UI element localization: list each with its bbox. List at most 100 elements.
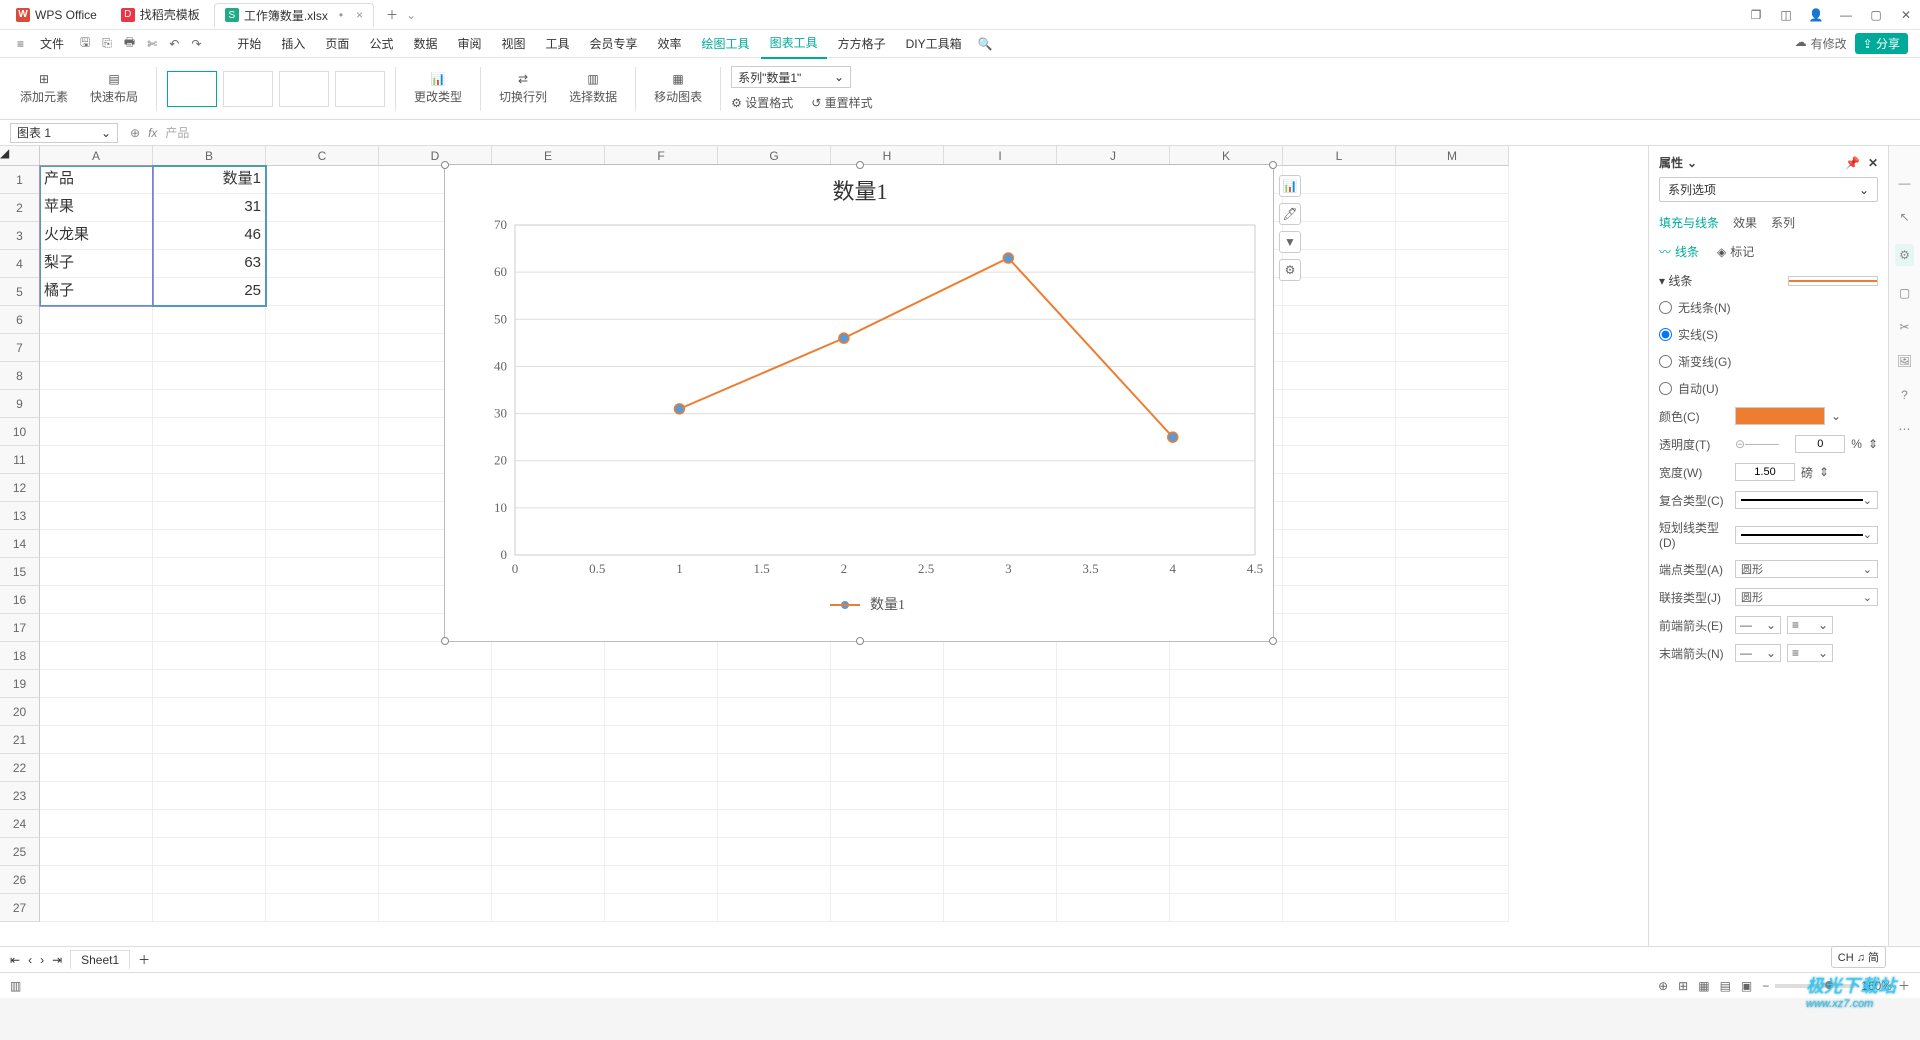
col-header[interactable]: A bbox=[40, 146, 153, 166]
quick-layout-button[interactable]: ▤快速布局 bbox=[82, 72, 146, 105]
cell[interactable] bbox=[1283, 446, 1396, 474]
cell[interactable] bbox=[1396, 894, 1509, 922]
cell[interactable]: 苹果 bbox=[40, 194, 153, 222]
first-sheet-icon[interactable]: ⇤ bbox=[10, 953, 20, 967]
begin-arrow-dropdown[interactable]: —⌄ bbox=[1735, 616, 1781, 634]
cell[interactable] bbox=[266, 614, 379, 642]
menu-square[interactable]: 方方格子 bbox=[829, 30, 895, 58]
cell[interactable] bbox=[40, 642, 153, 670]
chevron-down-icon[interactable]: ⌄ bbox=[1831, 409, 1841, 423]
resize-handle[interactable] bbox=[1269, 637, 1277, 645]
cell[interactable] bbox=[266, 362, 379, 390]
cut-icon[interactable]: ✄ bbox=[142, 37, 162, 51]
col-header[interactable]: H bbox=[831, 146, 944, 166]
cell[interactable] bbox=[718, 726, 831, 754]
cell[interactable] bbox=[40, 474, 153, 502]
row-header[interactable]: 20 bbox=[0, 698, 40, 726]
row-header[interactable]: 10 bbox=[0, 418, 40, 446]
cell[interactable] bbox=[605, 670, 718, 698]
cell[interactable] bbox=[1283, 474, 1396, 502]
pin-icon[interactable]: 📌 bbox=[1845, 156, 1860, 170]
cell[interactable] bbox=[266, 782, 379, 810]
cell[interactable] bbox=[605, 866, 718, 894]
add-sheet-button[interactable]: ＋ bbox=[138, 951, 150, 968]
cell[interactable] bbox=[1170, 782, 1283, 810]
cell[interactable] bbox=[492, 726, 605, 754]
cell[interactable] bbox=[1396, 754, 1509, 782]
cell[interactable] bbox=[1283, 418, 1396, 446]
radio-grad[interactable] bbox=[1659, 355, 1672, 368]
redo-icon[interactable]: ↷ bbox=[186, 37, 206, 51]
cell[interactable] bbox=[831, 642, 944, 670]
cell[interactable] bbox=[266, 446, 379, 474]
cell[interactable] bbox=[40, 698, 153, 726]
print-preview-icon[interactable]: ⎘ bbox=[97, 36, 117, 51]
prev-sheet-icon[interactable]: ‹ bbox=[28, 953, 32, 967]
cell[interactable] bbox=[153, 418, 266, 446]
cell[interactable] bbox=[153, 698, 266, 726]
collapse-icon[interactable]: — bbox=[1899, 176, 1911, 190]
cell[interactable] bbox=[153, 810, 266, 838]
cell[interactable] bbox=[1057, 782, 1170, 810]
cell[interactable] bbox=[605, 754, 718, 782]
cell[interactable]: 31 bbox=[153, 194, 266, 222]
cell[interactable] bbox=[1057, 642, 1170, 670]
cell[interactable] bbox=[1283, 502, 1396, 530]
cell[interactable] bbox=[1396, 474, 1509, 502]
cell[interactable] bbox=[379, 894, 492, 922]
more-icon[interactable]: ⋯ bbox=[1899, 422, 1911, 436]
cell[interactable] bbox=[153, 446, 266, 474]
cell[interactable] bbox=[1396, 334, 1509, 362]
cell[interactable] bbox=[40, 726, 153, 754]
cell[interactable] bbox=[718, 866, 831, 894]
add-element-button[interactable]: ⊞添加元素 bbox=[12, 72, 76, 105]
chart-style-4[interactable] bbox=[335, 71, 385, 107]
select-all-corner[interactable]: ◢ bbox=[0, 146, 40, 166]
row-header[interactable]: 27 bbox=[0, 894, 40, 922]
move-chart-button[interactable]: ▦移动图表 bbox=[646, 72, 710, 105]
row-header[interactable]: 24 bbox=[0, 810, 40, 838]
cell[interactable] bbox=[1283, 754, 1396, 782]
radio-auto[interactable] bbox=[1659, 382, 1672, 395]
cell[interactable] bbox=[1396, 390, 1509, 418]
resize-handle[interactable] bbox=[441, 637, 449, 645]
view-icon-2[interactable]: ⊞ bbox=[1678, 979, 1688, 993]
col-header[interactable]: L bbox=[1283, 146, 1396, 166]
cell[interactable] bbox=[153, 894, 266, 922]
cell[interactable] bbox=[1396, 670, 1509, 698]
cell[interactable] bbox=[718, 810, 831, 838]
row-header[interactable]: 25 bbox=[0, 838, 40, 866]
cell[interactable] bbox=[1170, 894, 1283, 922]
cell[interactable] bbox=[153, 502, 266, 530]
cell[interactable] bbox=[831, 698, 944, 726]
cell[interactable] bbox=[944, 810, 1057, 838]
cell[interactable] bbox=[1396, 222, 1509, 250]
cell[interactable] bbox=[40, 810, 153, 838]
print-icon[interactable]: 🖶 bbox=[119, 33, 140, 54]
cell[interactable] bbox=[1283, 698, 1396, 726]
reset-format-button[interactable]: ↺ 重置样式 bbox=[811, 94, 872, 111]
cell[interactable] bbox=[492, 838, 605, 866]
cell[interactable] bbox=[266, 474, 379, 502]
transparency-input[interactable] bbox=[1795, 435, 1845, 453]
cell[interactable] bbox=[1057, 754, 1170, 782]
cell[interactable] bbox=[266, 306, 379, 334]
row-header[interactable]: 14 bbox=[0, 530, 40, 558]
cell[interactable] bbox=[1057, 670, 1170, 698]
close-icon[interactable]: × bbox=[356, 8, 363, 22]
cell[interactable] bbox=[605, 698, 718, 726]
view-custom-icon[interactable]: ▣ bbox=[1741, 979, 1752, 993]
cell[interactable] bbox=[379, 642, 492, 670]
cell[interactable] bbox=[605, 810, 718, 838]
cell[interactable] bbox=[1396, 362, 1509, 390]
cell[interactable] bbox=[944, 754, 1057, 782]
cell[interactable] bbox=[379, 810, 492, 838]
cell[interactable] bbox=[1396, 838, 1509, 866]
cell[interactable] bbox=[944, 670, 1057, 698]
search-icon[interactable]: 🔍 bbox=[973, 37, 998, 51]
cell[interactable] bbox=[1396, 418, 1509, 446]
view-normal-icon[interactable]: ▦ bbox=[1698, 979, 1709, 993]
cell[interactable] bbox=[153, 390, 266, 418]
cell[interactable] bbox=[944, 642, 1057, 670]
cell[interactable] bbox=[1283, 558, 1396, 586]
